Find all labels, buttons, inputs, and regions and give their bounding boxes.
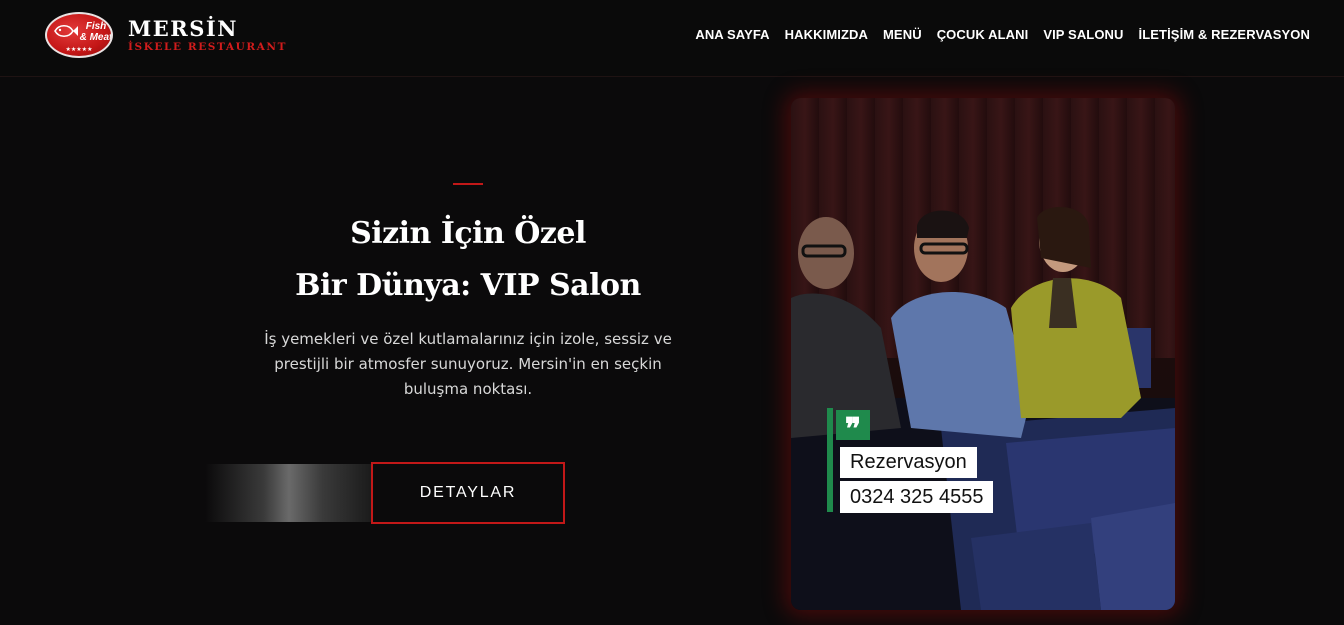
brand-subtitle: İSKELE RESTAURANT	[128, 41, 288, 53]
site-header: Fish & Meat ★★★★★ MERSİN İSKELE RESTAURA…	[0, 0, 1344, 77]
nav-item-vip-salonu[interactable]: VIP SALONU	[1043, 27, 1123, 42]
nav-item-menu[interactable]: MENÜ	[883, 27, 922, 42]
nav-item-iletisim-rezervasyon[interactable]: İLETİŞİM & REZERVASYON	[1139, 27, 1310, 42]
button-shine-effect	[205, 464, 373, 522]
reservation-accent-bar	[827, 408, 833, 512]
hero-description: İş yemekleri ve özel kutlamalarınız için…	[264, 330, 672, 398]
hero-title: Sizin İçin Özel Bir Dünya: VIP Salon	[208, 208, 728, 312]
hero-title-line-2: Bir Dünya: VIP Salon	[295, 268, 641, 303]
accent-divider	[453, 183, 483, 185]
logo-badge[interactable]: Fish & Meat ★★★★★	[45, 12, 113, 58]
fish-icon	[54, 24, 78, 38]
nav-item-ana-sayfa[interactable]: ANA SAYFA	[695, 27, 769, 42]
reservation-phone[interactable]: 0324 325 4555	[840, 481, 994, 513]
nav-item-hakkimizda[interactable]: HAKKIMIZDA	[785, 27, 868, 42]
details-button-group: DETAYLAR	[205, 462, 565, 524]
logo-badge-text: Fish & Meat	[79, 21, 113, 43]
main-nav: ANA SAYFA HAKKIMIZDA MENÜ ÇOCUK ALANI VI…	[695, 27, 1310, 42]
brand-name[interactable]: MERSİN	[128, 16, 238, 41]
nav-item-cocuk-alani[interactable]: ÇOCUK ALANI	[937, 27, 1029, 42]
audience-scene-image	[791, 207, 1175, 610]
quote-icon: ❞	[836, 410, 870, 447]
vip-salon-video[interactable]: ❞ Rezervasyon 0324 325 4555	[791, 98, 1175, 610]
logo-stars: ★★★★★	[65, 47, 93, 53]
details-button[interactable]: DETAYLAR	[371, 462, 565, 524]
reservation-label: Rezervasyon	[840, 447, 977, 478]
hero-title-line-1: Sizin İçin Özel	[350, 216, 586, 251]
